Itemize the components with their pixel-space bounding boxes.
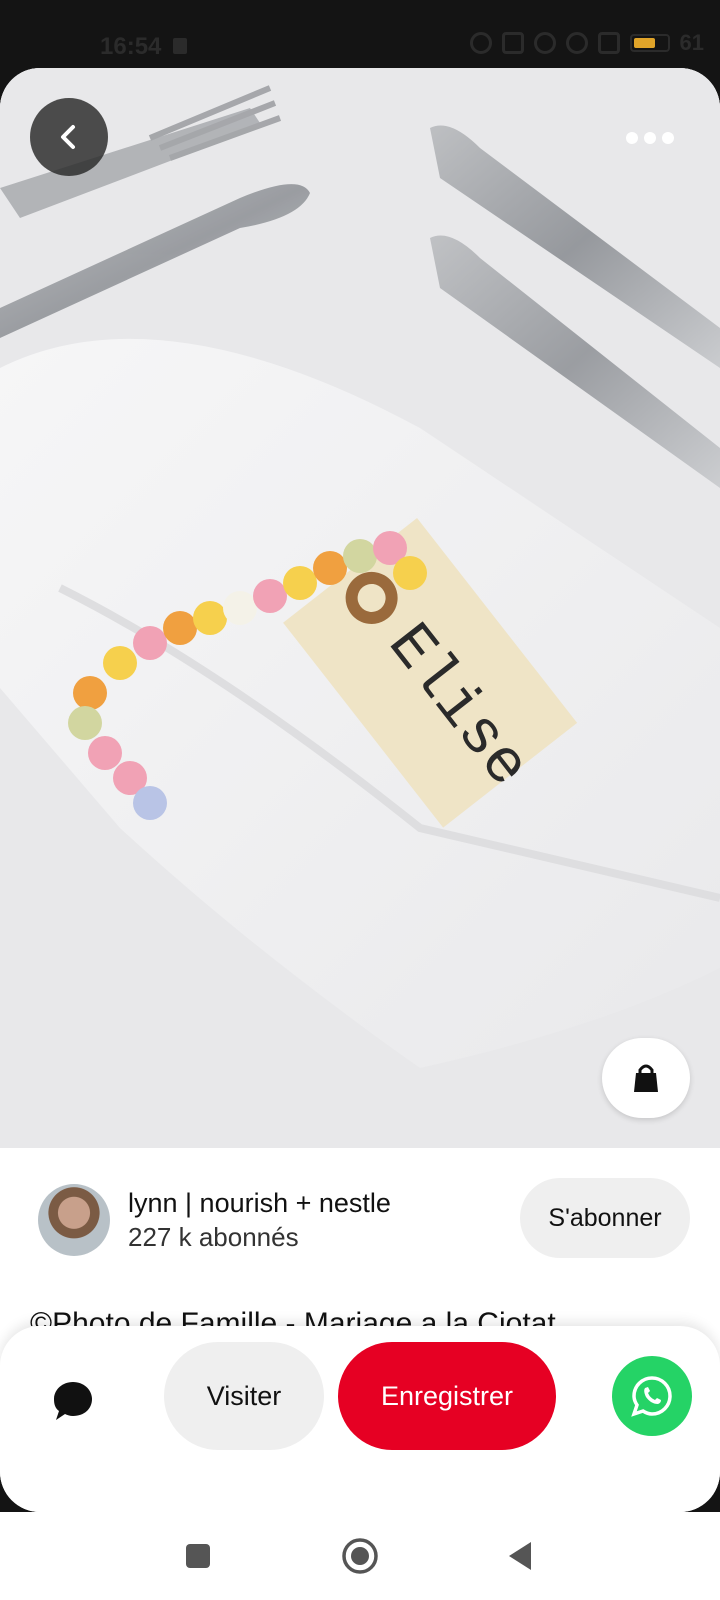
- creator-name[interactable]: lynn | nourish + nestle: [128, 1188, 391, 1219]
- chevron-left-icon: [61, 125, 75, 149]
- vibrate-icon: [501, 32, 524, 54]
- creator-row: lynn | nourish + nestle 227 k abonnés S'…: [0, 1168, 720, 1278]
- back-button[interactable]: [30, 98, 108, 176]
- bluetooth-icon: [469, 32, 492, 54]
- napkin-photo: Elise: [0, 68, 720, 1148]
- notification-icon: [173, 38, 187, 54]
- triangle-back-icon: [509, 1542, 531, 1570]
- square-icon: [186, 1544, 210, 1568]
- back-nav-button[interactable]: [496, 1532, 544, 1580]
- more-options-button[interactable]: [620, 120, 680, 156]
- home-button[interactable]: [336, 1532, 384, 1580]
- recent-apps-button[interactable]: [174, 1532, 222, 1580]
- action-bar: Visiter Enregistrer: [0, 1326, 720, 1512]
- alarm-icon: [565, 32, 588, 54]
- status-icons: 61: [469, 30, 704, 56]
- whatsapp-share-button[interactable]: [612, 1356, 692, 1436]
- circle-icon: [342, 1538, 378, 1574]
- comment-button[interactable]: [46, 1374, 100, 1428]
- mute-icon: [533, 32, 556, 54]
- shopping-bag-icon: [634, 1064, 658, 1092]
- creator-followers: 227 k abonnés: [128, 1222, 299, 1252]
- battery-icon: [629, 34, 670, 52]
- pin-image[interactable]: Elise: [0, 68, 720, 1148]
- speech-bubble-icon: [54, 1382, 92, 1420]
- pin-title: ©Photo de Famille - Mariage a la Ciotat: [30, 1307, 556, 1326]
- save-button[interactable]: Enregistrer: [338, 1342, 556, 1450]
- follow-button[interactable]: S'abonner: [520, 1178, 690, 1258]
- battery-percent: 61: [679, 30, 704, 55]
- avatar[interactable]: [38, 1184, 110, 1256]
- status-time: 16:54: [100, 33, 162, 60]
- whatsapp-icon: [631, 1376, 672, 1417]
- signal-icon: [597, 32, 620, 54]
- shop-button[interactable]: [602, 1038, 690, 1118]
- system-nav-bar: [0, 1512, 720, 1600]
- pin-sheet: Elise lynn | nourish + nestle 227 k abon…: [0, 68, 720, 1512]
- visit-button[interactable]: Visiter: [164, 1342, 324, 1450]
- more-horizontal-icon: [626, 132, 638, 144]
- status-bar: 16:54 61: [0, 0, 720, 70]
